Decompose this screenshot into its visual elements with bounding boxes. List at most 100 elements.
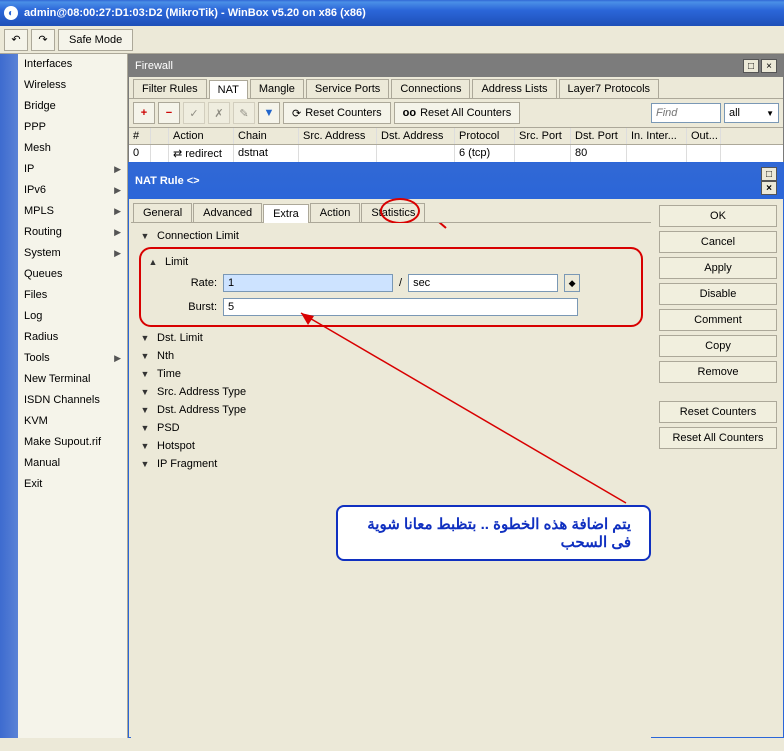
section-src-addr-type[interactable]: ▼Src. Address Type [139,383,643,401]
nat-form: ▼Connection Limit ▲Limit Rate: / sec ◆ [131,223,651,749]
firewall-tab-layer7-protocols[interactable]: Layer7 Protocols [559,79,660,98]
rate-unit-arrow[interactable]: ◆ [564,274,580,292]
menu-item-ipv6[interactable]: IPv6▶ [18,180,127,201]
menu-item-tools[interactable]: Tools▶ [18,348,127,369]
firewall-tabs: Filter RulesNATMangleService PortsConnec… [129,77,783,99]
nat-minimize-button[interactable]: □ [761,167,777,181]
column-header[interactable]: Protocol [455,128,515,144]
nat-close-button[interactable]: × [761,181,777,195]
brand-text: RouterOS WinBox [0,620,2,718]
section-dst-limit[interactable]: ▼Dst. Limit [139,329,643,347]
nat-tab-statistics[interactable]: Statistics [361,203,425,222]
column-header[interactable]: Src. Port [515,128,571,144]
nat-tab-action[interactable]: Action [310,203,361,222]
column-header[interactable]: Dst. Port [571,128,627,144]
column-header[interactable]: In. Inter... [627,128,687,144]
menu-item-radius[interactable]: Radius [18,327,127,348]
enable-button[interactable]: ✓ [183,102,205,124]
nat-titlebar: NAT Rule <> □ × [129,163,783,199]
column-header[interactable]: # [129,128,151,144]
menu-item-ppp[interactable]: PPP [18,117,127,138]
nat-tab-general[interactable]: General [133,203,192,222]
table-cell [627,145,687,162]
firewall-tab-nat[interactable]: NAT [209,80,248,99]
safe-mode-button[interactable]: Safe Mode [58,29,133,51]
menu-item-queues[interactable]: Queues [18,264,127,285]
table-cell: ⇄ redirect [169,145,234,162]
remove-button[interactable]: Remove [659,361,777,383]
redo-button[interactable]: ↷ [31,29,55,51]
menu-item-exit[interactable]: Exit [18,474,127,495]
section-time[interactable]: ▼Time [139,365,643,383]
section-ip-fragment[interactable]: ▼IP Fragment [139,455,643,473]
table-cell: dstnat [234,145,299,162]
burst-input[interactable] [223,298,578,316]
copy-button[interactable]: Copy [659,335,777,357]
add-button[interactable]: + [133,102,155,124]
firewall-tab-mangle[interactable]: Mangle [250,79,304,98]
menu-item-mesh[interactable]: Mesh [18,138,127,159]
comment-button[interactable]: ✎ [233,102,255,124]
menu-item-files[interactable]: Files [18,285,127,306]
window-titlebar: ◐ admin@08:00:27:D1:03:D2 (MikroTik) - W… [0,0,784,26]
rate-input[interactable] [223,274,393,292]
firewall-tab-filter-rules[interactable]: Filter Rules [133,79,207,98]
undo-button[interactable]: ↶ [4,29,28,51]
brand-strip: RouterOS WinBox [0,54,18,738]
menu-item-ip[interactable]: IP▶ [18,159,127,180]
firewall-headers: # ActionChainSrc. AddressDst. AddressProt… [129,128,783,145]
apply-button[interactable]: Apply [659,257,777,279]
firewall-title-text: Firewall [135,60,173,72]
column-header[interactable]: Dst. Address [377,128,455,144]
find-input[interactable] [651,103,721,123]
menu-item-interfaces[interactable]: Interfaces [18,54,127,75]
section-connection-limit[interactable]: ▼Connection Limit [139,227,643,245]
menu-item-system[interactable]: System▶ [18,243,127,264]
menu-item-isdn-channels[interactable]: ISDN Channels [18,390,127,411]
firewall-row[interactable]: 0⇄ redirectdstnat6 (tcp)80 [129,145,783,163]
app-icon: ◐ [4,6,18,20]
menu-item-kvm[interactable]: KVM [18,411,127,432]
table-cell: 0 [129,145,151,162]
firewall-tab-address-lists[interactable]: Address Lists [472,79,556,98]
column-header[interactable]: Src. Address [299,128,377,144]
menu-item-wireless[interactable]: Wireless [18,75,127,96]
reset-counters-button[interactable]: Reset Counters [659,401,777,423]
column-header[interactable] [151,128,169,144]
firewall-close-button[interactable]: × [761,59,777,73]
menu-item-new-terminal[interactable]: New Terminal [18,369,127,390]
menu-item-mpls[interactable]: MPLS▶ [18,201,127,222]
ok-button[interactable]: OK [659,205,777,227]
column-header[interactable]: Chain [234,128,299,144]
nat-tab-advanced[interactable]: Advanced [193,203,262,222]
filter-all-dropdown[interactable]: all▼ [724,103,779,123]
nat-rule-window: NAT Rule <> □ × GeneralAdvancedExtraActi… [128,162,784,738]
column-header[interactable]: Out... [687,128,721,144]
comment-button[interactable]: Comment [659,309,777,331]
disable-button[interactable]: ✗ [208,102,230,124]
section-psd[interactable]: ▼PSD [139,419,643,437]
menu-item-manual[interactable]: Manual [18,453,127,474]
section-dst-addr-type[interactable]: ▼Dst. Address Type [139,401,643,419]
reset-all-counters-button[interactable]: Reset All Counters [659,427,777,449]
menu-item-routing[interactable]: Routing▶ [18,222,127,243]
firewall-tab-connections[interactable]: Connections [391,79,470,98]
rate-unit-select[interactable]: sec [408,274,558,292]
section-hotspot[interactable]: ▼Hotspot [139,437,643,455]
section-nth[interactable]: ▼Nth [139,347,643,365]
filter-button[interactable]: ▼ [258,102,280,124]
firewall-minimize-button[interactable]: □ [743,59,759,73]
section-limit[interactable]: ▲Limit [147,253,635,271]
remove-button[interactable]: − [158,102,180,124]
cancel-button[interactable]: Cancel [659,231,777,253]
reset-all-counters-button[interactable]: ooReset All Counters [394,102,521,124]
disable-button[interactable]: Disable [659,283,777,305]
firewall-tab-service-ports[interactable]: Service Ports [306,79,389,98]
menu-item-bridge[interactable]: Bridge [18,96,127,117]
nat-tab-extra[interactable]: Extra [263,204,309,223]
menu-item-make-supout-rif[interactable]: Make Supout.rif [18,432,127,453]
column-header[interactable]: Action [169,128,234,144]
top-toolbar: ↶ ↷ Safe Mode [0,26,784,54]
reset-counters-button[interactable]: ⟳Reset Counters [283,102,391,124]
menu-item-log[interactable]: Log [18,306,127,327]
